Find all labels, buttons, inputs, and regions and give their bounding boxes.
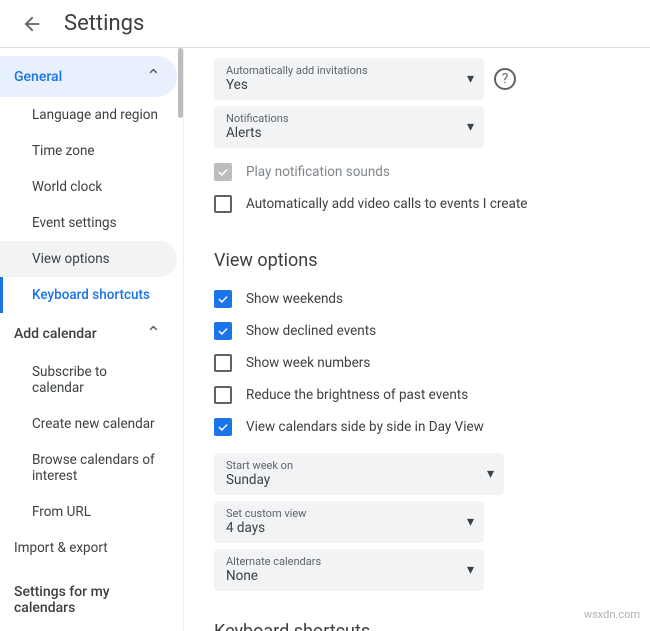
auto-video-row: Automatically add video calls to events … <box>214 188 630 220</box>
play-sounds-row: Play notification sounds <box>214 156 630 188</box>
startweek-dropdown[interactable]: Start week on Sunday ▾ <box>214 453 504 495</box>
caret-down-icon: ▾ <box>467 119 474 135</box>
chevron-up-icon: ⌃ <box>146 323 161 344</box>
nav-group-general[interactable]: General ⌃ <box>0 56 177 97</box>
scrollbar[interactable] <box>178 48 183 118</box>
caret-down-icon: ▾ <box>487 466 494 482</box>
checkbox-label: Show declined events <box>246 323 376 339</box>
watermark: wsxdn.com <box>584 608 640 621</box>
dropdown-label: Automatically add invitations <box>226 64 472 77</box>
dropdown-value: Alerts <box>226 125 472 141</box>
dropdown-label: Alternate calendars <box>226 555 472 568</box>
side-by-side-row: View calendars side by side in Day View <box>214 411 630 443</box>
app-header: Settings <box>0 0 650 48</box>
section-shortcuts: Keyboard shortcuts <box>214 621 630 631</box>
show-weeknum-row: Show week numbers <box>214 347 630 379</box>
notifications-dropdown[interactable]: Notifications Alerts ▾ <box>214 106 484 148</box>
sidebar-item-worldclock[interactable]: World clock <box>0 169 177 205</box>
reduce-brightness-row: Reduce the brightness of past events <box>214 379 630 411</box>
calendar-row[interactable]: glingham@san.rr.com <box>0 626 183 631</box>
help-icon[interactable]: ? <box>494 68 516 90</box>
caret-down-icon: ▾ <box>467 562 474 578</box>
checkbox-side-by-side[interactable] <box>214 418 232 436</box>
sidebar: General ⌃ Language and region Time zone … <box>0 48 183 631</box>
back-button[interactable] <box>12 4 52 44</box>
dropdown-label: Set custom view <box>226 507 472 520</box>
section-view-options: View options <box>214 250 630 271</box>
checkbox-auto-video[interactable] <box>214 195 232 213</box>
sidebar-item-subscribe[interactable]: Subscribe to calendar <box>0 354 177 406</box>
dropdown-value: 4 days <box>226 520 472 536</box>
sidebar-item-language[interactable]: Language and region <box>0 97 177 133</box>
checkbox-label: Reduce the brightness of past events <box>246 387 468 403</box>
dropdown-value: None <box>226 568 472 584</box>
sidebar-item-importexport[interactable]: Import & export <box>0 530 177 566</box>
page-title: Settings <box>64 11 144 36</box>
main-layout: General ⌃ Language and region Time zone … <box>0 48 650 631</box>
dropdown-label: Notifications <box>226 112 472 125</box>
caret-down-icon: ▾ <box>467 71 474 87</box>
checkbox-reduce-brightness[interactable] <box>214 386 232 404</box>
content-panel: Automatically add invitations Yes ▾ ? No… <box>183 48 650 631</box>
checkbox-show-weekends[interactable] <box>214 290 232 308</box>
nav-group-label: Add calendar <box>14 326 97 342</box>
checkbox-label: View calendars side by side in Day View <box>246 419 484 435</box>
dropdown-value: Sunday <box>226 472 492 488</box>
section-my-calendars: Settings for my calendars <box>0 566 183 626</box>
sidebar-item-browsecal[interactable]: Browse calendars of interest <box>0 442 177 494</box>
show-declined-row: Show declined events <box>214 315 630 347</box>
customview-dropdown[interactable]: Set custom view 4 days ▾ <box>214 501 484 543</box>
checkbox-play-sounds[interactable] <box>214 163 232 181</box>
altcal-dropdown[interactable]: Alternate calendars None ▾ <box>214 549 484 591</box>
sidebar-item-timezone[interactable]: Time zone <box>0 133 177 169</box>
caret-down-icon: ▾ <box>467 514 474 530</box>
show-weekends-row: Show weekends <box>214 283 630 315</box>
checkbox-label: Show week numbers <box>246 355 370 371</box>
checkbox-show-declined[interactable] <box>214 322 232 340</box>
sidebar-item-shortcuts[interactable]: Keyboard shortcuts <box>0 277 177 313</box>
dropdown-label: Start week on <box>226 459 492 472</box>
chevron-up-icon: ⌃ <box>146 66 161 87</box>
invitations-dropdown[interactable]: Automatically add invitations Yes ▾ <box>214 58 484 100</box>
checkbox-show-weeknum[interactable] <box>214 354 232 372</box>
nav-group-label: General <box>14 69 62 85</box>
nav-group-addcalendar[interactable]: Add calendar ⌃ <box>0 313 177 354</box>
checkbox-label: Show weekends <box>246 291 343 307</box>
checkbox-label: Play notification sounds <box>246 164 390 180</box>
arrow-left-icon <box>21 13 43 35</box>
sidebar-item-fromurl[interactable]: From URL <box>0 494 177 530</box>
sidebar-item-createcal[interactable]: Create new calendar <box>0 406 177 442</box>
dropdown-value: Yes <box>226 77 472 93</box>
sidebar-item-viewoptions[interactable]: View options <box>0 241 177 277</box>
checkbox-label: Automatically add video calls to events … <box>246 196 527 212</box>
sidebar-item-eventsettings[interactable]: Event settings <box>0 205 177 241</box>
